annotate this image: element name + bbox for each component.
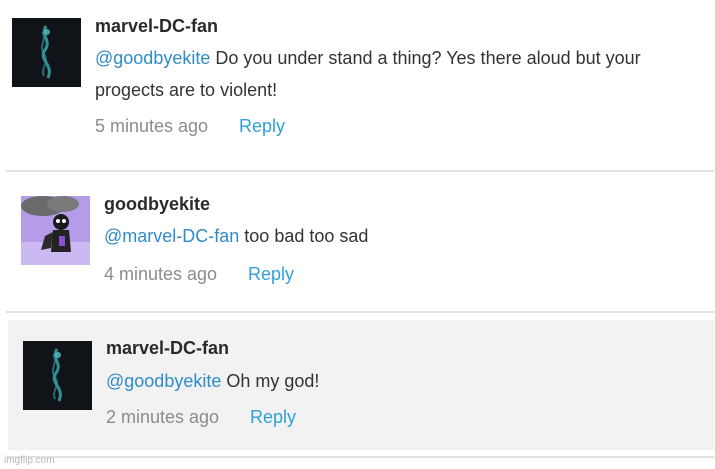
comment-timestamp: 2 minutes ago [106,407,220,427]
comment-username[interactable]: marvel-DC-fan [106,338,229,359]
reply-button[interactable]: Reply [248,264,294,285]
mention-link[interactable]: @marvel-DC-fan [104,226,239,246]
comment-item: marvel-DC-fan @goodbyekite Do you under … [0,0,715,170]
avatar[interactable] [21,196,90,265]
dark-smoke-avatar-icon [23,341,92,410]
comment-body: @goodbyekite Oh my god! [106,365,706,397]
comment-timestamp: 5 minutes ago [95,116,209,136]
purple-character-avatar-icon [21,196,90,265]
comment-username[interactable]: marvel-DC-fan [95,16,218,37]
comment-username[interactable]: goodbyekite [104,194,210,215]
comment-text: too bad too sad [239,226,369,246]
reply-button[interactable]: Reply [239,116,285,137]
comment-text: Oh my god! [221,371,320,391]
avatar[interactable] [12,18,81,87]
divider [6,311,714,313]
watermark: imgflip.com [4,455,55,466]
comment-item-highlighted: marvel-DC-fan @goodbyekite Oh my god! 2 … [8,320,714,450]
mention-link[interactable]: @goodbyekite [95,48,210,68]
avatar[interactable] [23,341,92,410]
dark-smoke-avatar-icon [12,18,81,87]
comment-thread: marvel-DC-fan @goodbyekite Do you under … [0,0,715,469]
mention-link[interactable]: @goodbyekite [106,371,221,391]
comment-body: @goodbyekite Do you under stand a thing?… [95,42,705,106]
comment-body: @marvel-DC-fan too bad too sad [104,220,704,252]
divider [6,170,714,172]
reply-button[interactable]: Reply [250,407,296,428]
comment-timestamp: 4 minutes ago [104,264,218,284]
divider [6,456,714,458]
